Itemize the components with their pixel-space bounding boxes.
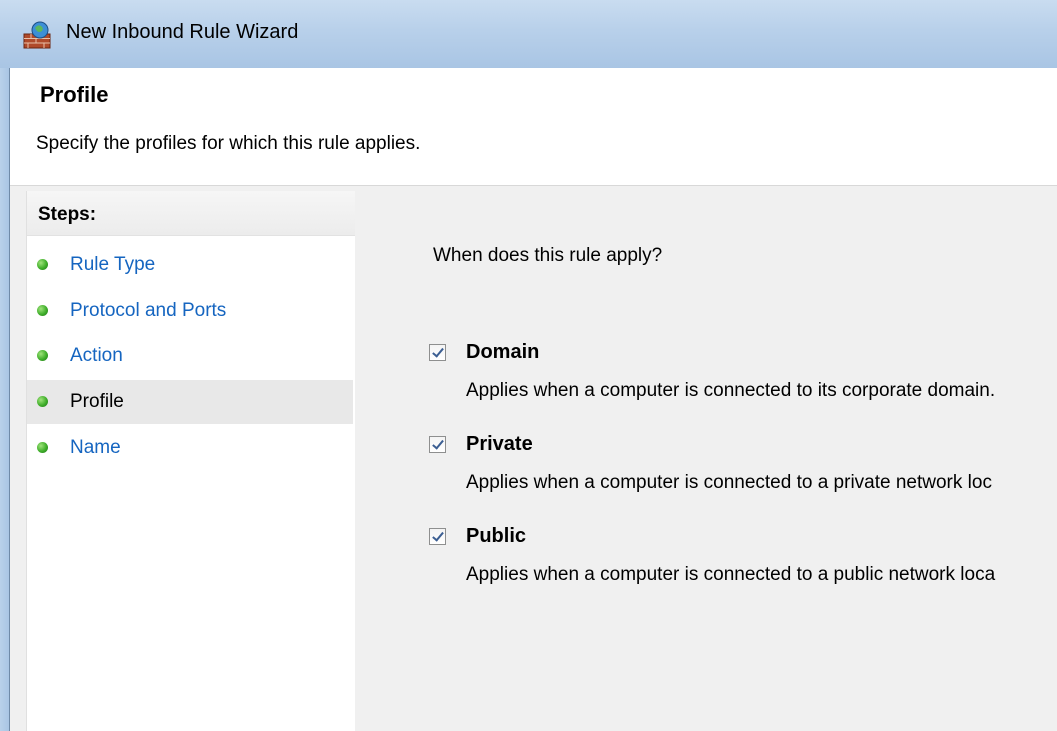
- step-label: Profile: [70, 391, 124, 412]
- step-label: Protocol and Ports: [70, 300, 227, 321]
- public-checkbox[interactable]: [429, 528, 446, 545]
- profile-content: When does this rule apply? Domain Applie…: [355, 191, 1057, 731]
- window-frame: [0, 68, 10, 731]
- domain-description: Applies when a computer is connected to …: [466, 380, 996, 401]
- window-title: New Inbound Rule Wizard: [66, 21, 299, 43]
- question-text: When does this rule apply?: [433, 245, 663, 266]
- step-label: Name: [70, 437, 121, 458]
- domain-label[interactable]: Domain: [466, 341, 539, 364]
- step-rule-type[interactable]: Rule Type: [27, 243, 353, 287]
- step-bullet-icon: [37, 442, 48, 453]
- page-title: Profile: [40, 82, 109, 107]
- step-name[interactable]: Name: [27, 426, 353, 470]
- private-checkbox[interactable]: [429, 436, 446, 453]
- title-bar[interactable]: New Inbound Rule Wizard: [0, 0, 1057, 69]
- step-label: Action: [70, 345, 123, 366]
- wizard-header: Profile Specify the profiles for which t…: [10, 68, 1057, 186]
- steps-panel: Steps: Rule Type Protocol and Ports Acti…: [26, 191, 356, 731]
- step-profile[interactable]: Profile: [27, 380, 353, 424]
- steps-header: Steps:: [27, 191, 355, 236]
- step-protocol-and-ports[interactable]: Protocol and Ports: [27, 289, 353, 333]
- firewall-globe-icon: [22, 20, 52, 50]
- step-bullet-icon: [37, 305, 48, 316]
- domain-checkbox[interactable]: [429, 344, 446, 361]
- page-description: Specify the profiles for which this rule…: [36, 133, 421, 154]
- step-bullet-icon: [37, 259, 48, 270]
- public-label[interactable]: Public: [466, 525, 526, 548]
- steps-heading: Steps:: [38, 204, 97, 225]
- public-description: Applies when a computer is connected to …: [466, 564, 996, 585]
- step-action[interactable]: Action: [27, 334, 353, 378]
- private-label[interactable]: Private: [466, 433, 533, 456]
- step-label: Rule Type: [70, 254, 156, 275]
- step-bullet-icon: [37, 350, 48, 361]
- private-description: Applies when a computer is connected to …: [466, 472, 992, 493]
- step-bullet-icon: [37, 396, 48, 407]
